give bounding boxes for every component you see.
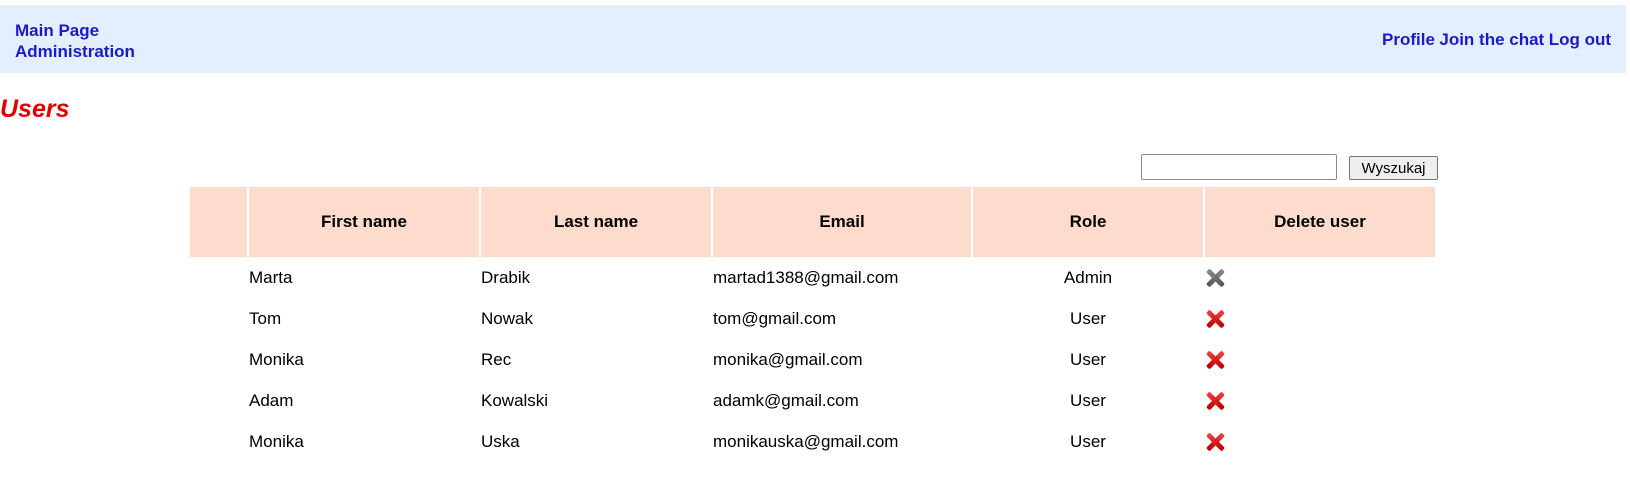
cell-role: User [1070, 349, 1106, 369]
table-row: Monika Uska monikauska@gmail.com User [190, 421, 1435, 462]
cell-first-name: Marta [249, 267, 293, 287]
cell-delete [1205, 421, 1435, 462]
cell-role: User [1070, 390, 1106, 410]
nav-left: Main Page Administration [15, 20, 135, 62]
delete-icon[interactable] [1205, 391, 1225, 411]
row-blank-cell [190, 339, 247, 380]
top-nav-bar: Main Page Administration Profile Join th… [0, 5, 1626, 73]
table-header-row: First name Last name Email Role Delete u… [190, 187, 1435, 257]
cell-last-name: Uska [481, 431, 520, 451]
nav-link-administration[interactable]: Administration [15, 41, 135, 62]
cell-email: adamk@gmail.com [713, 390, 859, 410]
cell-email: tom@gmail.com [713, 308, 837, 328]
cell-last-name: Nowak [481, 308, 533, 328]
delete-icon[interactable] [1205, 309, 1225, 329]
row-blank-cell [190, 257, 247, 298]
cell-email: monika@gmail.com [713, 349, 863, 369]
cell-last-name: Kowalski [481, 390, 549, 410]
search-button[interactable]: Wyszukaj [1349, 156, 1438, 180]
cell-last-name: Rec [481, 349, 512, 369]
cell-first-name: Adam [249, 390, 294, 410]
nav-right: Profile Join the chat Log out [1382, 29, 1611, 50]
header-first-name: First name [249, 187, 479, 257]
nav-link-profile[interactable]: Profile [1382, 30, 1435, 49]
cell-first-name: Monika [249, 431, 304, 451]
header-role: Role [973, 187, 1203, 257]
cell-role: Admin [1063, 267, 1113, 287]
search-input[interactable] [1141, 154, 1337, 180]
header-email: Email [713, 187, 971, 257]
cell-first-name: Tom [249, 308, 282, 328]
cell-role: User [1070, 431, 1106, 451]
cell-email: martad1388@gmail.com [713, 267, 899, 287]
table-row: Tom Nowak tom@gmail.com User [190, 298, 1435, 339]
header-last-name: Last name [481, 187, 711, 257]
cell-email: monikauska@gmail.com [713, 431, 899, 451]
cell-delete [1205, 257, 1435, 298]
table-row: Adam Kowalski adamk@gmail.com User [190, 380, 1435, 421]
nav-link-main-page[interactable]: Main Page [15, 20, 135, 41]
row-blank-cell [190, 421, 247, 462]
users-table: First name Last name Email Role Delete u… [188, 187, 1437, 462]
cell-delete [1205, 298, 1435, 339]
cell-delete [1205, 380, 1435, 421]
table-row: Monika Rec monika@gmail.com User [190, 339, 1435, 380]
page-title: Users [0, 95, 70, 123]
header-delete-user: Delete user [1205, 187, 1435, 257]
row-blank-cell [190, 380, 247, 421]
delete-icon[interactable] [1205, 432, 1225, 452]
cell-first-name: Monika [249, 349, 304, 369]
nav-link-log-out[interactable]: Log out [1549, 30, 1611, 49]
delete-disabled-icon [1205, 268, 1225, 288]
delete-icon[interactable] [1205, 350, 1225, 370]
cell-last-name: Drabik [481, 267, 531, 287]
table-row: Marta Drabik martad1388@gmail.com Admin [190, 257, 1435, 298]
row-blank-cell [190, 298, 247, 339]
cell-role: User [1070, 308, 1106, 328]
header-blank [190, 187, 247, 257]
nav-link-join-chat[interactable]: Join the chat [1439, 30, 1544, 49]
cell-delete [1205, 339, 1435, 380]
